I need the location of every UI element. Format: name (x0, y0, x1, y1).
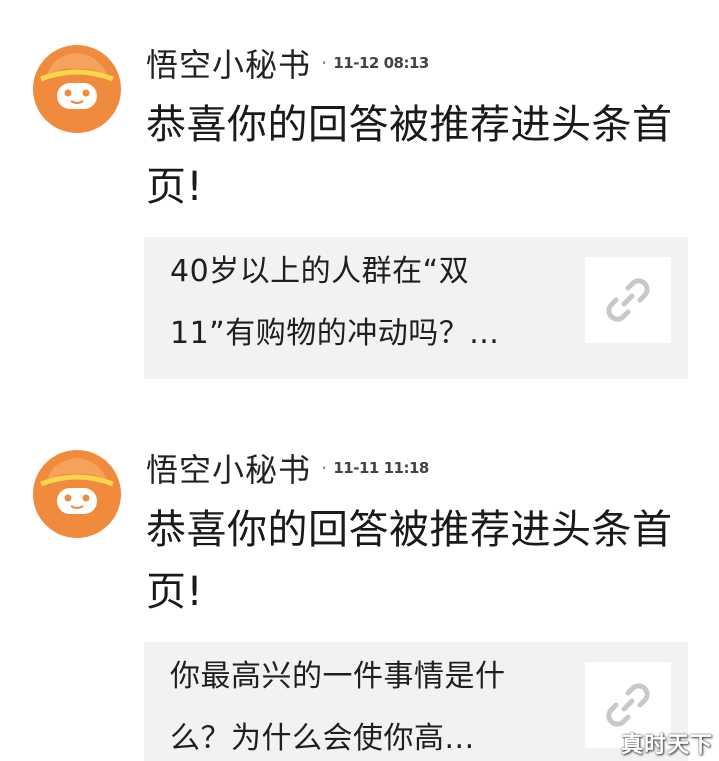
timestamp: 11-11 11:18 (333, 459, 429, 477)
sender-name[interactable]: 悟空小秘书 (146, 445, 311, 491)
message-header: 悟空小秘书 · 11-11 11:18 (146, 443, 429, 493)
message-text: 恭喜你的回答被推荐进头条首页! (146, 102, 673, 210)
card-title: 40岁以上的人群在“双11”有购物的冲动吗？... (170, 254, 500, 351)
notification-list: 悟空小秘书 · 11-12 08:13 恭喜你的回答被推荐进头条首页! 40岁以… (0, 0, 719, 761)
message-header: 悟空小秘书 · 11-12 08:13 (146, 38, 429, 88)
separator-dot: · (321, 51, 328, 75)
linked-answer-card[interactable]: 40岁以上的人群在“双11”有购物的冲动吗？... (144, 237, 688, 379)
card-title: 你最高兴的一件事情是什么？为什么会使你高... (170, 659, 506, 756)
separator-dot: · (321, 456, 328, 480)
sender-name[interactable]: 悟空小秘书 (146, 40, 311, 86)
monkey-avatar-icon (33, 450, 121, 538)
card-thumbnail (585, 257, 671, 343)
monkey-avatar-icon (33, 45, 121, 133)
message-text: 恭喜你的回答被推荐进头条首页! (146, 507, 673, 615)
watermark: 真时天下 (620, 733, 713, 758)
link-icon (606, 683, 650, 727)
linked-answer-card[interactable]: 你最高兴的一件事情是什么？为什么会使你高... (144, 642, 688, 761)
avatar[interactable] (33, 45, 121, 133)
link-icon (606, 278, 650, 322)
timestamp: 11-12 08:13 (333, 54, 429, 72)
avatar[interactable] (33, 450, 121, 538)
